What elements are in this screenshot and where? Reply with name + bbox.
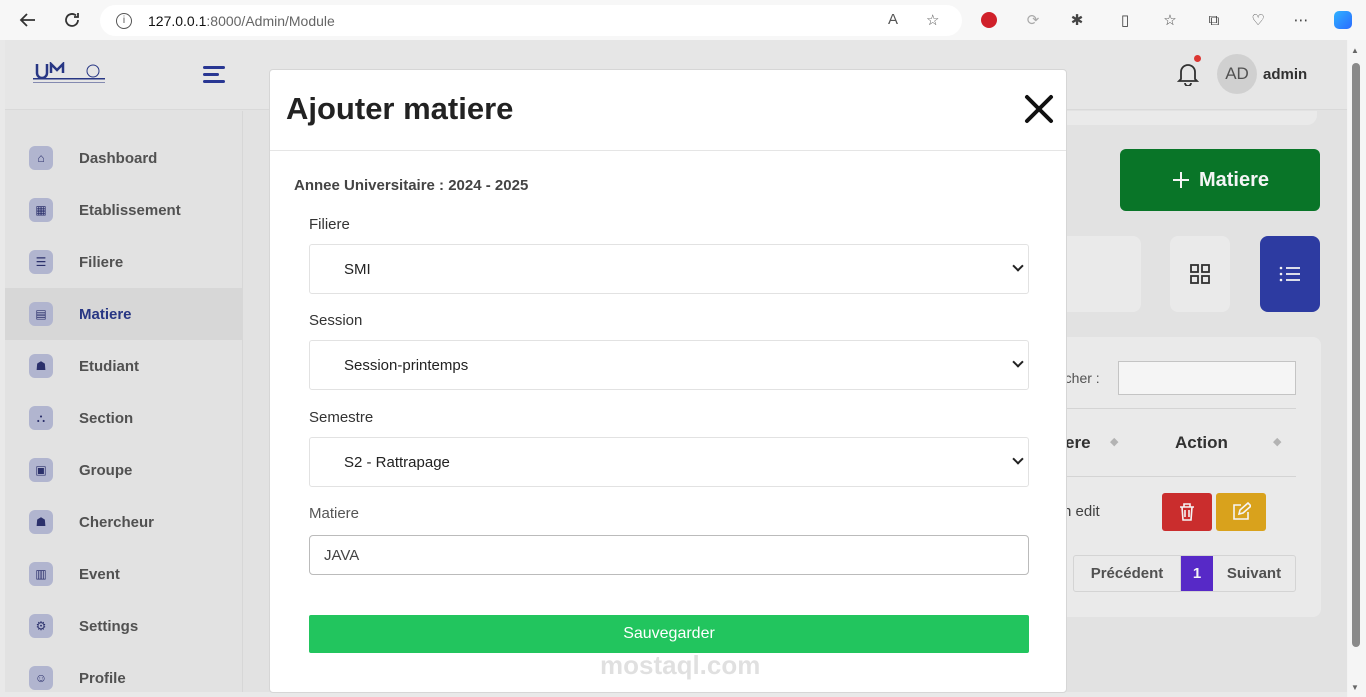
read-aloud-icon[interactable]: A [888, 11, 898, 28]
semestre-select[interactable]: S2 - Rattrapage [309, 437, 1029, 487]
watermark: mostaql.com [600, 650, 761, 680]
arrow-left-icon [19, 13, 35, 27]
filiere-label: Filiere [309, 216, 350, 233]
modal-divider [270, 150, 1066, 151]
browser-toolbar: i 127.0.0.1:8000/Admin/Module A ☆ ⟳ ✱ ▯ … [0, 0, 1366, 40]
academic-year-label: Annee Universitaire : 2024 - 2025 [294, 177, 529, 194]
favorites-icon[interactable]: ☆ [1160, 10, 1180, 30]
reload-icon [65, 13, 79, 27]
info-icon[interactable]: i [116, 12, 132, 29]
url-path: :8000/Admin/Module [206, 12, 335, 29]
scrollbar-thumb[interactable] [1352, 63, 1360, 647]
chevron-down-icon [1012, 260, 1024, 272]
chevron-down-icon [1012, 453, 1024, 465]
close-icon[interactable] [1022, 92, 1056, 126]
chevron-down-icon [1012, 356, 1024, 368]
semestre-label: Semestre [309, 409, 374, 426]
add-matiere-modal: Ajouter matiere Annee Universitaire : 20… [269, 69, 1067, 693]
sync-icon[interactable]: ⟳ [1023, 10, 1043, 30]
scroll-up-icon[interactable]: ▲ [1351, 46, 1359, 55]
split-screen-icon[interactable]: ▯ [1115, 10, 1135, 30]
session-selected-value: Session-printemps [344, 356, 469, 374]
save-button[interactable]: Sauvegarder [309, 615, 1029, 653]
collections-icon[interactable]: ⧉ [1204, 10, 1224, 30]
session-select[interactable]: Session-printemps [309, 340, 1029, 390]
more-menu-icon[interactable]: ⋯ [1291, 10, 1311, 30]
reload-button[interactable] [52, 0, 92, 40]
url-host: 127.0.0.1 [148, 12, 207, 29]
address-bar[interactable]: i 127.0.0.1:8000/Admin/Module A ☆ [100, 5, 962, 36]
session-label: Session [309, 312, 363, 329]
browser-essentials-icon[interactable]: ♡ [1248, 10, 1268, 30]
back-button[interactable] [8, 0, 48, 40]
scroll-down-icon[interactable]: ▼ [1351, 683, 1359, 692]
copilot-icon[interactable] [1333, 10, 1353, 30]
favorite-star-icon[interactable]: ☆ [926, 11, 939, 29]
filiere-selected-value: SMI [344, 260, 371, 278]
filiere-select[interactable]: SMI [309, 244, 1029, 294]
extension-red-icon[interactable] [979, 10, 999, 30]
matiere-label: Matiere [309, 505, 360, 522]
semestre-selected-value: S2 - Rattrapage [344, 453, 450, 471]
matiere-input[interactable] [309, 535, 1029, 575]
modal-title: Ajouter matiere [286, 91, 514, 126]
extensions-puzzle-icon[interactable]: ✱ [1067, 10, 1087, 30]
